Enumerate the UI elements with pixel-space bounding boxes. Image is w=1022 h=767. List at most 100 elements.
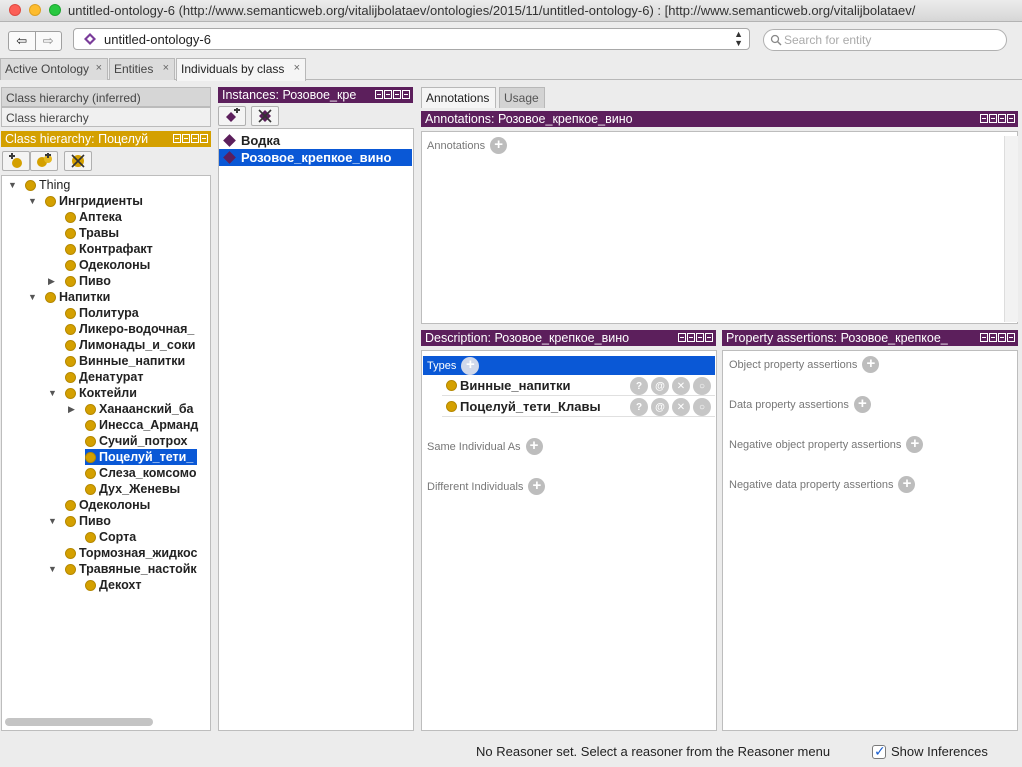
search-input[interactable] [784, 32, 999, 48]
collapsed-toggle-icon[interactable]: ▶ [68, 404, 75, 415]
view-control-icon[interactable] [1007, 333, 1015, 342]
add-sibling-class-button[interactable] [30, 151, 58, 171]
view-control-icon[interactable] [1007, 114, 1015, 123]
collapsed-toggle-icon[interactable]: ▶ [48, 276, 55, 287]
view-control-icon[interactable] [705, 333, 713, 342]
class-tree-item[interactable]: Декохт [85, 577, 142, 593]
class-tree-item[interactable]: Денатурат [65, 369, 143, 385]
delete-individual-button[interactable] [251, 106, 279, 126]
view-control-icon[interactable] [191, 134, 199, 143]
view-control-icon[interactable] [384, 90, 392, 99]
delete-button[interactable]: ✕ [672, 398, 690, 416]
expanded-toggle-icon[interactable]: ▼ [8, 180, 17, 190]
expanded-toggle-icon[interactable]: ▼ [28, 196, 37, 206]
class-tree-item[interactable]: Ханаанский_ба [85, 401, 194, 417]
class-tree-item[interactable]: Одеколоны [65, 497, 150, 513]
active-entity-selector[interactable]: untitled-ontology-6 ▲ ▼ [73, 28, 750, 50]
explain-button[interactable]: ? [630, 398, 648, 416]
zoom-window-button[interactable] [49, 4, 61, 16]
add-different-individual-button[interactable]: + [528, 478, 546, 495]
close-window-button[interactable] [9, 4, 21, 16]
tab-class-hierarchy-inferred[interactable]: Class hierarchy (inferred) [1, 87, 211, 107]
tab-close-icon[interactable]: × [96, 62, 102, 74]
view-control-icon[interactable] [173, 134, 181, 143]
tab-close-icon[interactable]: × [163, 62, 169, 74]
class-tree-item[interactable]: Аптека [65, 209, 122, 225]
edit-button[interactable]: ○ [693, 377, 711, 395]
view-control-icon[interactable] [375, 90, 383, 99]
view-control-icon[interactable] [678, 333, 686, 342]
add-individual-button[interactable] [218, 106, 246, 126]
class-tree-item[interactable]: Сорта [85, 529, 136, 545]
class-tree-item[interactable]: Винные_напитки [65, 353, 185, 369]
expanded-toggle-icon[interactable]: ▼ [48, 564, 57, 574]
class-tree-item[interactable]: Thing [25, 177, 70, 193]
class-tree-item[interactable]: Напитки [45, 289, 110, 305]
class-tree-item[interactable]: Одеколоны [65, 257, 150, 273]
class-tree-item[interactable]: Тормозная_жидкос [65, 545, 197, 561]
add-data-property-button[interactable]: + [853, 396, 871, 413]
view-control-icon[interactable] [687, 333, 695, 342]
add-object-property-button[interactable]: + [862, 356, 880, 373]
type-item[interactable]: Поцелуй_тети_Клавы ? @ ✕ ○ [442, 396, 715, 417]
show-inferences-toggle[interactable]: Show Inferences [872, 743, 988, 760]
add-same-individual-button[interactable]: + [525, 438, 543, 455]
view-control-icon[interactable] [393, 90, 401, 99]
class-tree-item[interactable]: Травяные_настойк [65, 561, 197, 577]
expanded-toggle-icon[interactable]: ▼ [28, 292, 37, 302]
forward-button[interactable]: ⇨ [36, 32, 62, 50]
class-tree-item[interactable]: Контрафакт [65, 241, 153, 257]
minimize-window-button[interactable] [29, 4, 41, 16]
view-control-icon[interactable] [980, 114, 988, 123]
expanded-toggle-icon[interactable]: ▼ [48, 516, 57, 526]
tab-usage[interactable]: Usage [499, 87, 545, 108]
show-inferences-checkbox[interactable] [872, 743, 886, 760]
add-negative-object-property-button[interactable]: + [906, 436, 924, 453]
class-tree-item[interactable]: Пиво [65, 273, 111, 289]
add-type-button[interactable]: + [461, 356, 480, 375]
instance-item-vodka[interactable]: Водка [219, 132, 412, 149]
explain-button[interactable]: ? [630, 377, 648, 395]
class-tree-item[interactable]: Сучий_потрох [85, 433, 187, 449]
view-control-icon[interactable] [989, 333, 997, 342]
delete-button[interactable]: ✕ [672, 377, 690, 395]
add-subclass-button[interactable] [2, 151, 30, 171]
tab-active-ontology[interactable]: Active Ontology × [0, 58, 108, 80]
vertical-scrollbar[interactable] [1004, 136, 1018, 322]
expanded-toggle-icon[interactable]: ▼ [48, 388, 57, 398]
view-control-icon[interactable] [989, 114, 997, 123]
annotate-button[interactable]: @ [651, 398, 669, 416]
class-tree-item[interactable]: Поцелуй_тети_ [85, 449, 198, 465]
view-control-icon[interactable] [200, 134, 208, 143]
add-negative-data-property-button[interactable]: + [898, 476, 916, 493]
tab-close-icon[interactable]: × [294, 62, 300, 74]
horizontal-scrollbar[interactable] [5, 718, 153, 726]
tab-individuals-by-class[interactable]: Individuals by class × [176, 58, 306, 81]
view-control-icon[interactable] [980, 333, 988, 342]
class-tree-item[interactable]: Ингридиенты [45, 193, 143, 209]
view-control-icon[interactable] [998, 114, 1006, 123]
type-item[interactable]: Винные_напитки ? @ ✕ ○ [442, 375, 715, 396]
tab-entities[interactable]: Entities × [109, 58, 175, 80]
tab-class-hierarchy[interactable]: Class hierarchy [1, 107, 211, 127]
class-tree-item[interactable]: Слеза_комсомо [85, 465, 197, 481]
delete-class-button[interactable] [64, 151, 92, 171]
class-tree-item[interactable]: Коктейли [65, 385, 137, 401]
edit-button[interactable]: ○ [693, 398, 711, 416]
annotate-button[interactable]: @ [651, 377, 669, 395]
tab-annotations[interactable]: Annotations [421, 87, 496, 108]
class-tree-item[interactable]: Лимонады_и_соки [65, 337, 195, 353]
class-tree-item[interactable]: Пиво [65, 513, 111, 529]
back-button[interactable]: ⇦ [9, 32, 36, 50]
view-control-icon[interactable] [402, 90, 410, 99]
class-tree-item[interactable]: Инесса_Арманд [85, 417, 198, 433]
class-tree-item[interactable]: Дух_Женевы [85, 481, 180, 497]
add-annotation-button[interactable]: + [490, 137, 508, 154]
instance-item-rozovoe-krepkoe-vino[interactable]: Розовое_крепкое_вино [219, 149, 412, 166]
class-tree-item[interactable]: Травы [65, 225, 119, 241]
view-control-icon[interactable] [696, 333, 704, 342]
view-control-icon[interactable] [182, 134, 190, 143]
class-tree-item[interactable]: Ликеро-водочная_ [65, 321, 194, 337]
view-control-icon[interactable] [998, 333, 1006, 342]
class-tree-item[interactable]: Политура [65, 305, 139, 321]
